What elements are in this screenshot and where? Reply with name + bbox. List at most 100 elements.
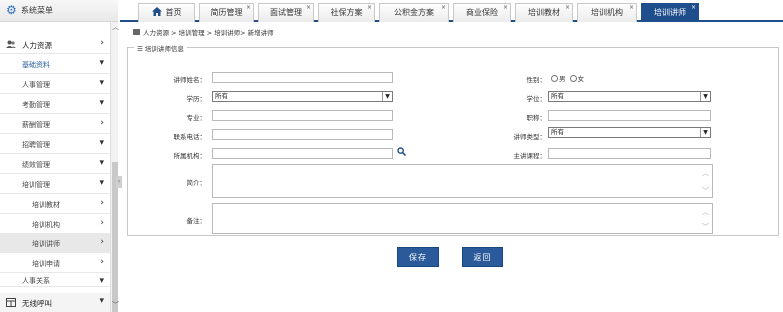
tab-resume[interactable]: 简历管理 × bbox=[199, 3, 254, 22]
sidebar-item-performance[interactable]: 绩效管理 ▾ bbox=[0, 155, 110, 174]
tab-label: 培训讲师 bbox=[654, 8, 686, 17]
sidebar-scrollbar[interactable]: ︿ ﹀ bbox=[110, 22, 119, 312]
sidebar-item-attendance[interactable]: 考勤管理 ▾ bbox=[0, 95, 110, 114]
major-input[interactable] bbox=[212, 110, 393, 121]
sidebar-item-label: 人事管理 bbox=[22, 81, 50, 89]
course-input[interactable] bbox=[548, 148, 711, 159]
chevron-down-icon: ▾ bbox=[99, 98, 104, 108]
sidebar-item-label: 考勤管理 bbox=[22, 101, 50, 109]
sidebar-item-wireless-call[interactable]: 无线呼叫 ▾ bbox=[0, 293, 110, 312]
name-label: 讲师姓名： bbox=[173, 76, 207, 84]
chevron-down-icon: ▾ bbox=[99, 58, 104, 68]
chevron-right-icon: › bbox=[100, 118, 104, 128]
trainer-type-label: 讲师类型： bbox=[513, 133, 547, 141]
gender-radio-group: 男 女 bbox=[549, 73, 584, 83]
education-select[interactable]: 所有 ▼ bbox=[212, 91, 393, 102]
name-input[interactable] bbox=[212, 72, 393, 83]
tab-social-insurance[interactable]: 社保方案 × bbox=[318, 3, 375, 22]
fieldset-legend: ☰ 培训讲师信息 bbox=[134, 43, 187, 53]
course-label: 主讲课程： bbox=[513, 152, 547, 160]
sidebar-item-relations[interactable]: 人事关系 ▾ bbox=[0, 273, 110, 287]
gender-female-radio[interactable] bbox=[569, 75, 577, 82]
professional-title-input[interactable] bbox=[548, 110, 711, 121]
sidebar-collapse-toggle[interactable]: ‹ bbox=[116, 176, 122, 188]
degree-select[interactable]: 所有 ▼ bbox=[548, 91, 711, 102]
sidebar-item-label: 招聘管理 bbox=[22, 141, 50, 149]
breadcrumb: 人力资源 > 培训管理 > 培训讲师> 新增讲师 bbox=[133, 27, 274, 37]
intro-textarea[interactable]: ︿ ﹀ bbox=[212, 164, 713, 198]
trainer-type-select[interactable]: 所有 ▼ bbox=[548, 127, 711, 138]
chevron-down-icon: ▼ bbox=[382, 92, 392, 101]
sidebar-item-institutions[interactable]: 培训机构 › bbox=[0, 215, 110, 234]
save-button[interactable]: 保存 bbox=[397, 247, 439, 267]
users-icon bbox=[6, 40, 16, 48]
sidebar-item-salary[interactable]: 薪酬管理 › bbox=[0, 115, 110, 134]
chevron-up-icon[interactable]: ︿ bbox=[112, 22, 119, 32]
phone-input[interactable] bbox=[212, 129, 393, 140]
home-icon bbox=[151, 7, 162, 16]
intro-label: 简介： bbox=[186, 179, 207, 187]
tab-label: 首页 bbox=[165, 8, 182, 17]
sidebar-item-label: 无线呼叫 bbox=[22, 299, 52, 308]
close-icon[interactable]: × bbox=[691, 4, 696, 11]
sidebar-item-trainers[interactable]: 培训讲师 › bbox=[0, 234, 110, 253]
sidebar-item-label: 培训教材 bbox=[32, 201, 60, 209]
gender-label: 性别： bbox=[526, 76, 547, 84]
chevron-down-icon[interactable]: ﹀ bbox=[112, 300, 119, 310]
tab-commercial-insurance[interactable]: 商业保险 × bbox=[453, 3, 511, 22]
back-button[interactable]: 返回 bbox=[462, 247, 503, 267]
remark-textarea[interactable]: ︿ ﹀ bbox=[212, 203, 713, 234]
sidebar-item-personnel[interactable]: 人事管理 ▾ bbox=[0, 75, 110, 94]
tab-interview[interactable]: 面试管理 × bbox=[258, 3, 314, 22]
sidebar-item-recruit[interactable]: 招聘管理 ▾ bbox=[0, 135, 110, 154]
org-input[interactable] bbox=[212, 148, 393, 159]
education-label: 学历： bbox=[186, 95, 207, 103]
sidebar-item-materials[interactable]: 培训教材 › bbox=[0, 195, 110, 214]
search-icon[interactable] bbox=[397, 147, 406, 156]
sidebar-header: ⚙ 系统菜单 bbox=[0, 0, 118, 22]
sidebar-title: 系统菜单 bbox=[21, 6, 53, 15]
close-icon[interactable]: × bbox=[565, 4, 570, 11]
sidebar-item-label: 基础资料 bbox=[22, 61, 50, 69]
sidebar-item-application[interactable]: 培训申请 › bbox=[0, 254, 110, 273]
close-icon[interactable]: × bbox=[306, 4, 311, 11]
tab-label: 公积金方案 bbox=[394, 8, 434, 17]
sidebar-item-label: 薪酬管理 bbox=[22, 121, 50, 129]
chevron-down-icon: ▾ bbox=[99, 138, 104, 148]
chevron-down-icon: ▾ bbox=[99, 78, 104, 88]
degree-value: 所有 bbox=[551, 92, 564, 100]
tab-housing-fund[interactable]: 公积金方案 × bbox=[379, 3, 449, 22]
close-icon[interactable]: × bbox=[367, 4, 372, 11]
title-label: 职称： bbox=[526, 114, 547, 122]
tab-training-institutions[interactable]: 培训机构 × bbox=[577, 3, 637, 22]
chevron-right-icon: › bbox=[100, 38, 104, 48]
sidebar-item-hr[interactable]: 人力资源 › bbox=[0, 35, 110, 54]
sidebar-item-training[interactable]: 培训管理 ▾ bbox=[0, 175, 110, 194]
close-icon[interactable]: × bbox=[441, 4, 446, 11]
chevron-down-icon: ▼ bbox=[700, 92, 710, 101]
close-icon[interactable]: × bbox=[246, 4, 251, 11]
chevron-up-icon: ︿ bbox=[702, 208, 709, 216]
tab-bar: 首页 简历管理 × 面试管理 × 社保方案 × 公积金方案 × 商业保险 × 培训教材 × … bbox=[120, 0, 783, 22]
education-value: 所有 bbox=[215, 92, 228, 100]
org-label: 所属机构： bbox=[173, 152, 207, 160]
major-label: 专业： bbox=[186, 114, 207, 122]
chevron-down-icon: ▾ bbox=[99, 296, 104, 306]
close-icon[interactable]: × bbox=[503, 4, 508, 11]
sidebar-item-label: 绩效管理 bbox=[22, 161, 50, 169]
tab-home[interactable]: 首页 bbox=[138, 3, 195, 22]
trainer-type-value: 所有 bbox=[551, 128, 564, 136]
chevron-down-icon: ﹀ bbox=[702, 223, 709, 231]
gender-male-radio[interactable] bbox=[551, 75, 558, 82]
chevron-right-icon: › bbox=[100, 257, 104, 267]
close-icon[interactable]: × bbox=[629, 4, 634, 11]
phone-label: 联系电话： bbox=[173, 133, 207, 141]
chevron-up-icon: ︿ bbox=[702, 169, 709, 177]
grid-icon bbox=[6, 298, 16, 307]
tab-training-trainers[interactable]: 培训讲师 × bbox=[641, 3, 699, 22]
chevron-right-icon: › bbox=[100, 237, 104, 247]
tab-training-materials[interactable]: 培训教材 × bbox=[515, 3, 573, 22]
legend-text: 培训讲师信息 bbox=[144, 45, 184, 53]
degree-label: 学位： bbox=[526, 95, 547, 103]
sidebar-item-basic[interactable]: 基础资料 ▾ bbox=[0, 55, 110, 74]
